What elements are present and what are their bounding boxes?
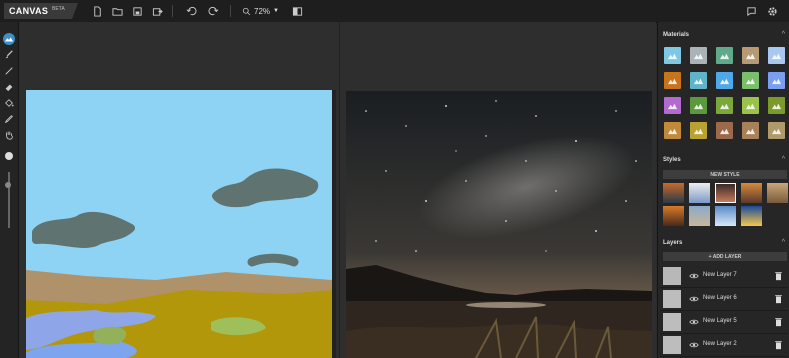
zoom-control[interactable]: 72% ▼ [242,4,279,18]
save-icon[interactable] [130,4,144,18]
brush-icon[interactable] [3,49,15,61]
material-sky-icon[interactable] [664,47,681,64]
style-thumbnail[interactable] [741,206,762,226]
material-river-icon[interactable] [768,72,785,89]
layer-row[interactable]: New Layer 7 [660,265,788,288]
add-layer-button[interactable]: + ADD LAYER [663,252,787,261]
material-forest-icon[interactable] [742,72,759,89]
material-snow-icon[interactable] [768,47,785,64]
style-thumbnail[interactable] [741,183,762,203]
material-hedge-icon[interactable] [768,97,785,114]
slider-knob-secondary[interactable] [5,182,11,188]
toolbar-divider [172,5,173,17]
style-thumbnail[interactable] [663,206,684,226]
style-thumbnail[interactable] [689,206,710,226]
style-thumbnail[interactable] [689,183,710,203]
collapse-materials-icon[interactable]: ^ [782,31,785,38]
style-thumbnail[interactable] [663,183,684,203]
beta-badge: BETA [52,6,65,12]
style-thumbnail[interactable] [767,183,788,203]
trash-icon[interactable] [774,340,783,350]
trash-icon[interactable] [774,271,783,281]
style-thumbnail-selected[interactable] [715,183,736,203]
new-style-button[interactable]: NEW STYLE [663,170,787,179]
redo-icon[interactable] [206,4,220,18]
layer-row[interactable]: New Layer 5 [660,311,788,334]
layer-name: New Layer 6 [703,295,737,301]
gear-icon[interactable] [765,4,779,18]
eye-icon[interactable] [689,317,699,327]
hand-pan-icon[interactable] [3,129,15,141]
material-cloud-icon[interactable] [690,47,707,64]
material-sand-icon[interactable] [664,122,681,139]
app-logo: CANVAS BETA [4,3,78,19]
landscape-tool-icon[interactable] [3,33,15,45]
toolbar-divider [230,5,231,17]
material-bush-icon[interactable] [742,97,759,114]
layer-thumbnail [663,267,681,285]
tool-sidebar [0,22,19,358]
material-dirt-icon[interactable] [716,122,733,139]
split-view-icon[interactable] [290,4,304,18]
layer-name: New Layer 7 [703,272,737,278]
drawing-canvas[interactable] [26,90,332,358]
layers-title: Layers [663,240,683,246]
preview-image [346,91,652,358]
layer-thumbnail [663,336,681,354]
line-tool-icon[interactable] [3,65,15,77]
material-building-icon[interactable] [768,122,785,139]
eraser-icon[interactable] [3,81,15,93]
layer-name: New Layer 5 [703,318,737,324]
right-panel: Materials ^ Styles ^ NEW STYLE Layers ^ … [657,22,789,358]
layer-row[interactable]: New Layer 6 [660,288,788,311]
material-water-icon[interactable] [716,72,733,89]
undo-icon[interactable] [184,4,198,18]
materials-title: Materials [663,32,690,38]
chevron-down-icon: ▼ [273,8,279,14]
eye-icon[interactable] [689,340,699,350]
layer-row[interactable]: New Layer 2 [660,334,788,357]
fill-bucket-icon[interactable] [3,97,15,109]
eye-icon[interactable] [689,294,699,304]
collapse-layers-icon[interactable]: ^ [782,239,785,246]
app-name: CANVAS [9,6,49,16]
material-flower-icon[interactable] [664,97,681,114]
trash-icon[interactable] [774,294,783,304]
layer-name: New Layer 2 [703,341,737,347]
feedback-icon[interactable] [744,4,758,18]
layer-thumbnail [663,290,681,308]
open-folder-icon[interactable] [110,4,124,18]
eye-icon[interactable] [689,271,699,281]
material-grass-icon[interactable] [690,97,707,114]
eyedropper-icon[interactable] [3,113,15,125]
layer-thumbnail [663,313,681,331]
slider-knob[interactable] [5,152,13,160]
material-hill-icon[interactable] [690,72,707,89]
material-stone-icon[interactable] [742,122,759,139]
canvas-scrollbar[interactable] [332,90,336,358]
split-divider[interactable] [339,22,340,358]
collapse-styles-icon[interactable]: ^ [782,156,785,163]
brush-size-slider[interactable] [5,152,13,228]
search-icon [242,7,251,15]
zoom-level: 72% [254,6,271,16]
material-fire-icon[interactable] [664,72,681,89]
style-thumbnail[interactable] [715,206,736,226]
material-field-icon[interactable] [690,122,707,139]
top-toolbar: CANVAS BETA 72% ▼ [0,0,789,23]
export-icon[interactable] [150,4,164,18]
new-file-icon[interactable] [90,4,104,18]
material-mountain-icon[interactable] [716,47,733,64]
trash-icon[interactable] [774,317,783,327]
material-trees-icon[interactable] [716,97,733,114]
styles-title: Styles [663,157,681,163]
material-rock-mountain-icon[interactable] [742,47,759,64]
